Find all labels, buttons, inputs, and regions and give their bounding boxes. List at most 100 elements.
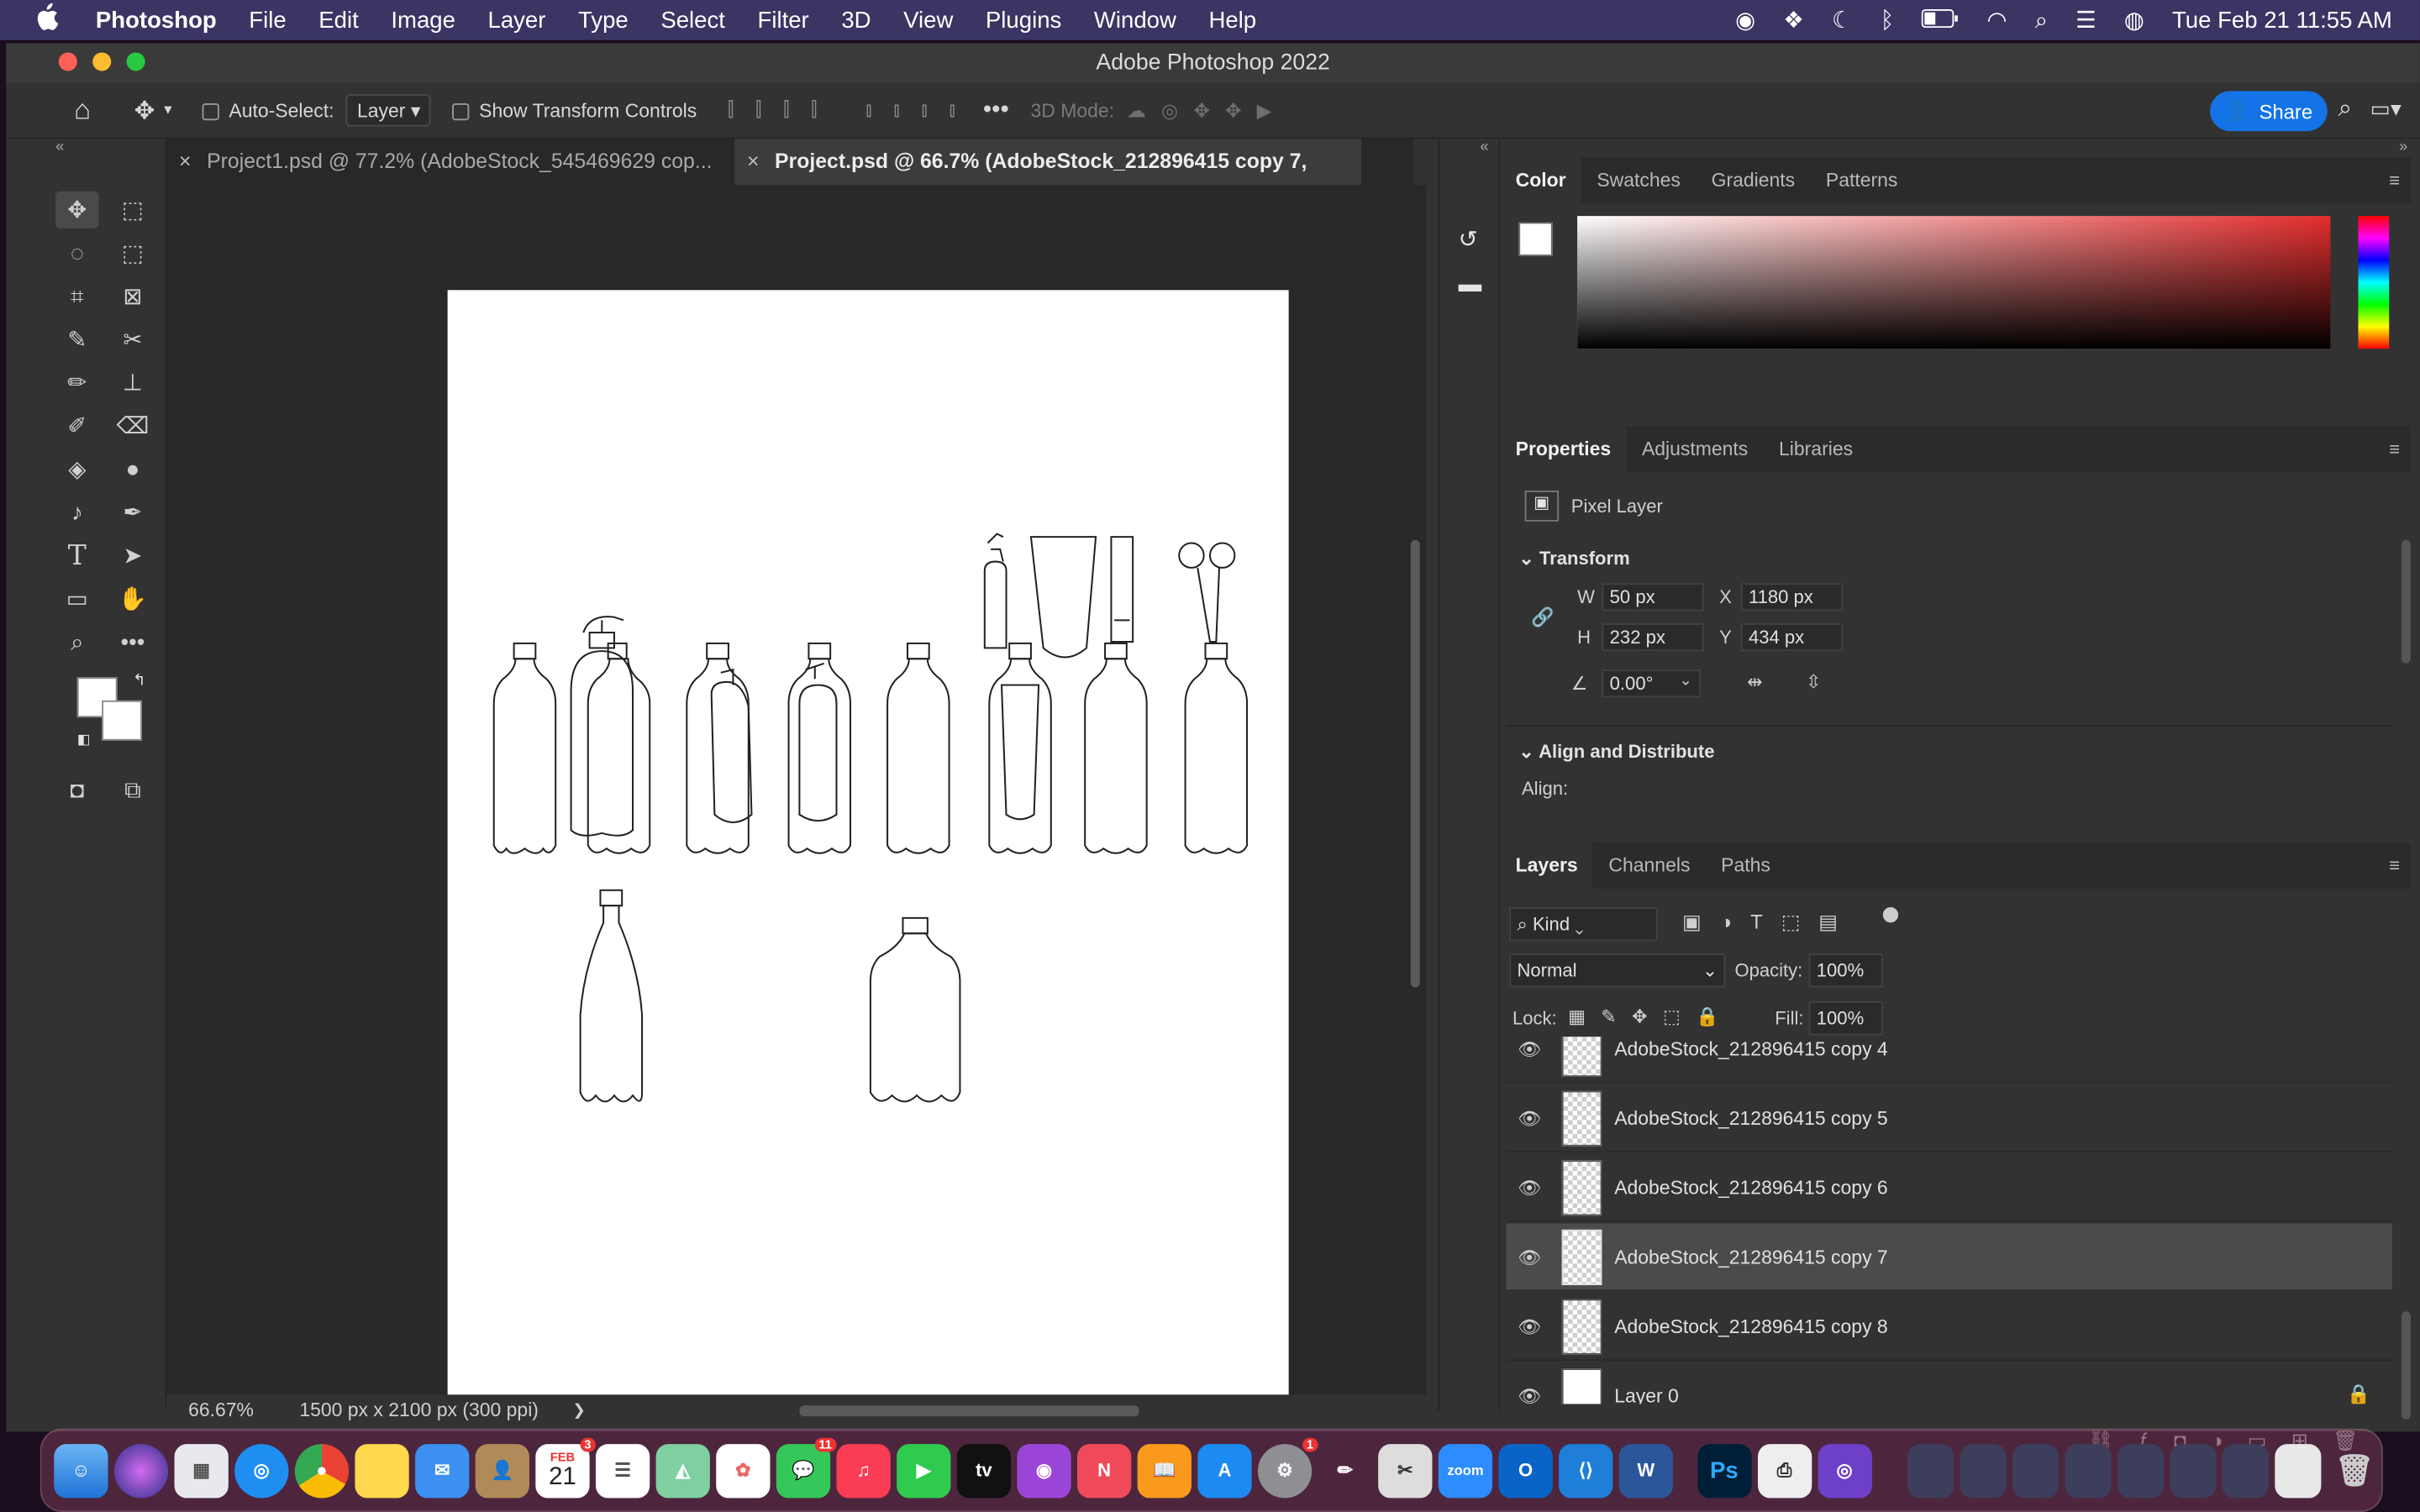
- tab-patterns[interactable]: Patterns: [1811, 157, 1913, 203]
- chevron-down-icon[interactable]: ⌄: [1679, 673, 1691, 690]
- tab-adjustments[interactable]: Adjustments: [1627, 426, 1764, 472]
- x-field[interactable]: 1180 px: [1740, 583, 1844, 612]
- panel-menu-icon[interactable]: ≡: [2389, 438, 2411, 460]
- visibility-eye-icon[interactable]: 👁: [1507, 1315, 1553, 1337]
- history-brush-tool-icon[interactable]: ✐: [55, 407, 98, 444]
- color-picker-field[interactable]: [1577, 216, 2331, 349]
- visibility-eye-icon[interactable]: 👁: [1507, 1246, 1553, 1268]
- screen-mode-icon[interactable]: ⧉: [111, 771, 154, 808]
- move-tool-icon[interactable]: ✥: [55, 191, 99, 228]
- spotlight-search-icon[interactable]: ⌕: [2035, 7, 2048, 33]
- layer-row[interactable]: 👁 AdobeStock_212896415 copy 5: [1506, 1084, 2392, 1153]
- fill-field[interactable]: 100%: [1808, 1001, 1883, 1036]
- bluetooth-icon[interactable]: ᛒ: [1881, 7, 1895, 33]
- share-button[interactable]: 👤 Share: [2210, 91, 2328, 132]
- menu-image[interactable]: Image: [391, 7, 455, 33]
- app-store-icon[interactable]: A: [1197, 1443, 1252, 1498]
- minimized-window-7[interactable]: [2222, 1443, 2269, 1498]
- blend-mode-dropdown[interactable]: Normal ⌄: [1509, 953, 1726, 988]
- eyedropper-tool-icon[interactable]: ✎: [55, 321, 98, 358]
- notes-icon[interactable]: [355, 1443, 409, 1498]
- swap-colors-icon[interactable]: ↰: [133, 673, 145, 690]
- reminders-icon[interactable]: ☰: [595, 1443, 650, 1498]
- finder-icon[interactable]: ☺: [54, 1443, 108, 1498]
- menu-edit[interactable]: Edit: [318, 7, 358, 33]
- close-window-button[interactable]: [58, 52, 77, 71]
- visibility-eye-icon[interactable]: 👁: [1507, 1384, 1553, 1404]
- minimized-window-3[interactable]: [2012, 1443, 2060, 1498]
- menu-3d[interactable]: 3D: [841, 7, 871, 33]
- align-buttons-group[interactable]: ⫿⫿⫿⫿ ⫾⫾⫾⫾: [728, 99, 977, 123]
- zoom-window-button[interactable]: [126, 52, 145, 71]
- home-icon[interactable]: ⌂: [74, 94, 91, 127]
- rectangle-tool-icon[interactable]: ▭: [55, 580, 98, 617]
- mail-icon[interactable]: ✉: [415, 1443, 470, 1498]
- system-preferences-icon[interactable]: ⚙ 1: [1257, 1436, 1318, 1498]
- tab-channels[interactable]: Channels: [1593, 843, 1706, 889]
- menu-plugins[interactable]: Plugins: [986, 7, 1061, 33]
- dodge-tool-icon[interactable]: ♪: [55, 494, 98, 531]
- apple-tv-icon[interactable]: tv: [956, 1443, 1012, 1498]
- menu-view[interactable]: View: [903, 7, 953, 33]
- chrome-icon[interactable]: ●: [294, 1443, 350, 1498]
- width-field[interactable]: 50 px: [1602, 583, 1704, 612]
- chevron-down-icon[interactable]: ▾: [164, 102, 171, 118]
- height-field[interactable]: 232 px: [1602, 623, 1704, 652]
- minimized-window-5[interactable]: [2117, 1443, 2165, 1498]
- stamp-tool-icon[interactable]: ⊥: [111, 364, 154, 401]
- panel-menu-icon[interactable]: ≡: [2389, 855, 2411, 877]
- quick-mask-icon[interactable]: ◘: [55, 771, 98, 808]
- visibility-eye-icon[interactable]: 👁: [1507, 1037, 1553, 1059]
- tab-libraries[interactable]: Libraries: [1764, 426, 1869, 472]
- more-tools-icon[interactable]: •••: [111, 623, 154, 660]
- tab-project[interactable]: × Project.psd @ 66.7% (AdobeStock_212896…: [734, 139, 1361, 219]
- flip-vertical-icon[interactable]: ⇳: [1806, 671, 1821, 693]
- align-section-header[interactable]: ⌄ Align and Distribute: [1518, 741, 1714, 763]
- outlook-icon[interactable]: O: [1498, 1443, 1553, 1498]
- horizontal-scroll-thumb[interactable]: [799, 1405, 1139, 1417]
- crop-tool-icon[interactable]: ⌗: [55, 278, 98, 315]
- focus-moon-icon[interactable]: ☾: [1832, 6, 1853, 34]
- zoom-app-icon[interactable]: zoom: [1438, 1443, 1493, 1498]
- minimized-window-1[interactable]: [1907, 1443, 1954, 1498]
- siri-app-icon[interactable]: [113, 1443, 169, 1498]
- control-center-icon[interactable]: ☰: [2075, 6, 2096, 34]
- marquee-tool-icon[interactable]: ⬚: [111, 192, 154, 228]
- menu-help[interactable]: Help: [1208, 7, 1256, 33]
- layer-row[interactable]: 👁 Layer 0 🔒: [1507, 1362, 2392, 1404]
- layer-row[interactable]: 👁 AdobeStock_212896415 copy 4: [1506, 1037, 2392, 1084]
- books-icon[interactable]: 📖: [1137, 1443, 1192, 1498]
- auto-select-checkbox[interactable]: [203, 99, 229, 121]
- printer-icon[interactable]: ⎙: [1757, 1443, 1812, 1498]
- contacts-icon[interactable]: 👤: [475, 1443, 529, 1498]
- layer-filter-icons[interactable]: ▣◑T⬚▤: [1682, 911, 1856, 935]
- color-fg-swatch[interactable]: [1518, 222, 1553, 256]
- hand-tool-icon[interactable]: ✋: [111, 580, 154, 617]
- launchpad-icon[interactable]: ▦: [174, 1443, 229, 1498]
- wifi-icon[interactable]: ◠: [1986, 6, 2007, 34]
- facetime-icon[interactable]: ▶: [897, 1443, 951, 1498]
- pencil-app-icon[interactable]: ✏: [1318, 1443, 1372, 1497]
- menu-layer[interactable]: Layer: [488, 7, 546, 33]
- history-panel-icon[interactable]: ↺: [1459, 225, 1478, 253]
- minimized-window-8[interactable]: [2275, 1443, 2322, 1498]
- zoom-level[interactable]: 66.67%: [188, 1399, 297, 1421]
- transform-section-header[interactable]: ⌄ Transform: [1518, 548, 1629, 570]
- link-dimensions-icon[interactable]: 🔗: [1531, 606, 1554, 628]
- messages-icon[interactable]: 💬 11: [776, 1436, 837, 1498]
- more-options-icon[interactable]: •••: [983, 97, 1009, 124]
- tab-layers[interactable]: Layers: [1500, 842, 1594, 889]
- safari-icon[interactable]: ◎: [234, 1443, 289, 1498]
- layers-scroll-thumb[interactable]: [2401, 1311, 2411, 1420]
- hue-slider[interactable]: [2358, 216, 2390, 349]
- apple-icon[interactable]: [34, 2, 65, 38]
- layer-row[interactable]: 👁 AdobeStock_212896415 copy 8: [1506, 1293, 2392, 1361]
- maps-icon[interactable]: ◭: [655, 1443, 710, 1498]
- workspace-icon[interactable]: ▭▾: [2370, 96, 2402, 122]
- collapse-arrows-icon[interactable]: «: [55, 139, 64, 155]
- properties-scroll-thumb[interactable]: [2401, 539, 2411, 664]
- search-icon[interactable]: ⌕: [2338, 96, 2352, 123]
- menu-filter[interactable]: Filter: [758, 7, 809, 33]
- status-arrow-icon[interactable]: ❯: [572, 1402, 585, 1419]
- siri-icon[interactable]: ◍: [2124, 6, 2144, 34]
